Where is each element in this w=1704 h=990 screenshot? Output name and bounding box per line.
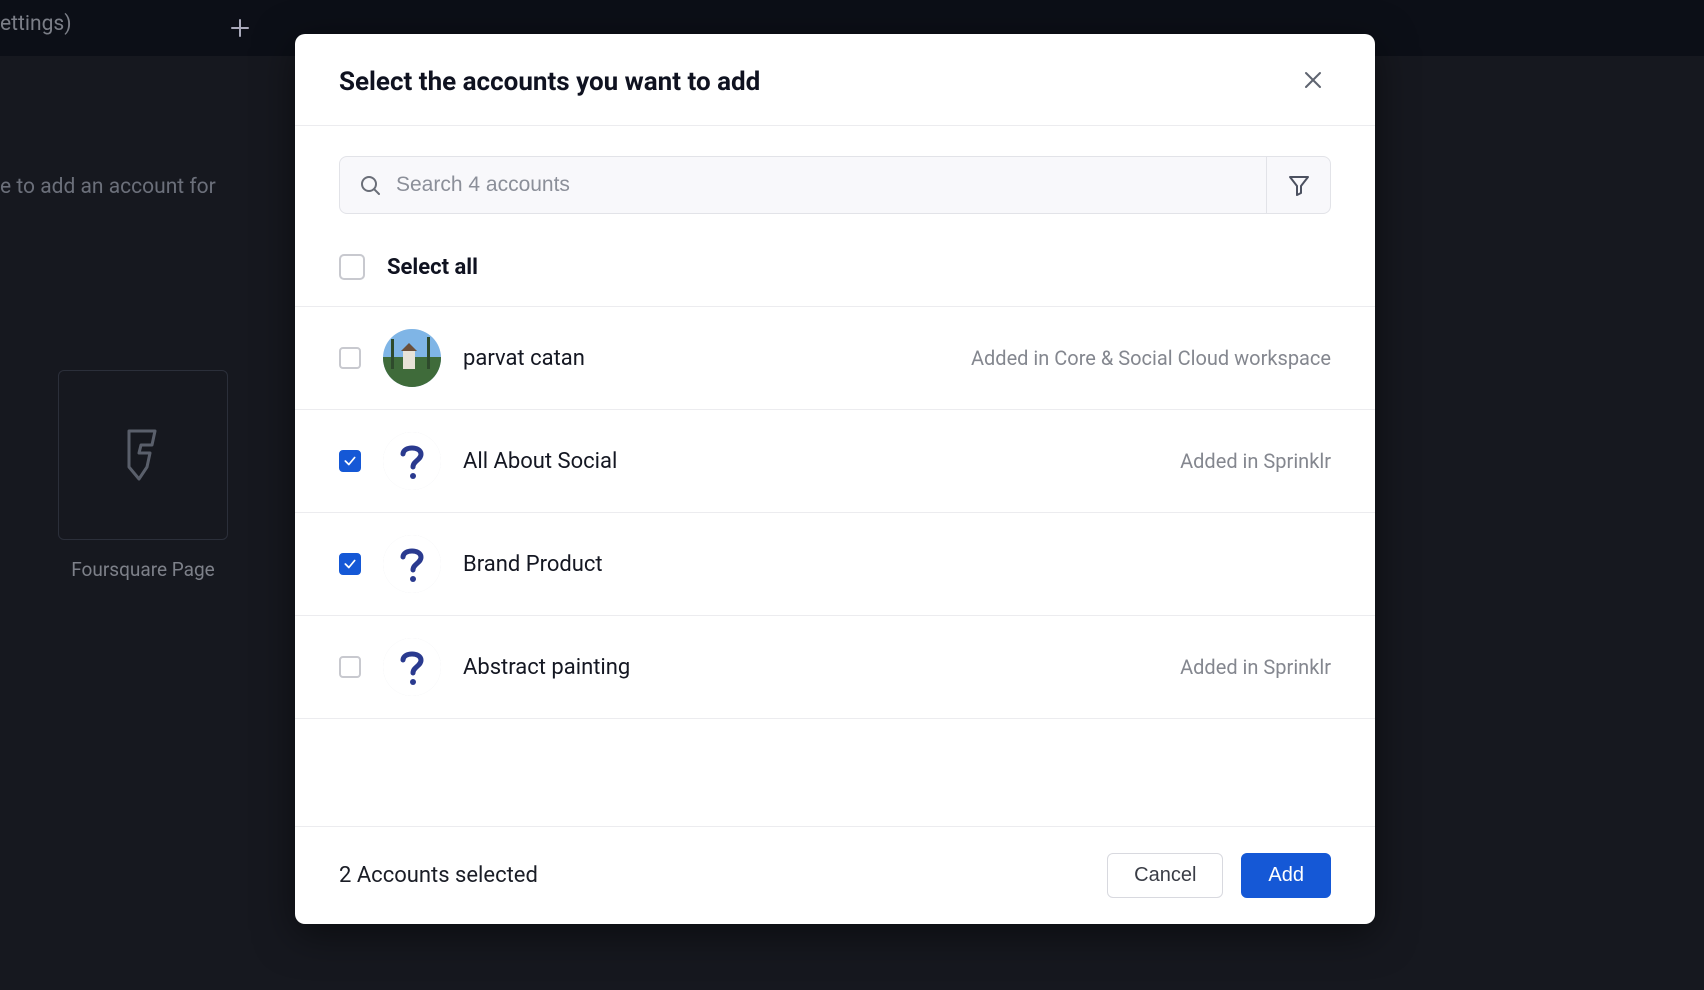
foursquare-card-label: Foursquare Page xyxy=(58,558,228,581)
search-container xyxy=(339,156,1331,214)
search-row xyxy=(295,126,1375,214)
search-input[interactable] xyxy=(382,157,1266,213)
select-all-label: Select all xyxy=(387,255,478,280)
modal-title: Select the accounts you want to add xyxy=(339,67,760,97)
account-row[interactable]: Abstract painting Added in Sprinklr xyxy=(295,616,1375,719)
filter-icon xyxy=(1287,173,1311,197)
add-button[interactable]: Add xyxy=(1241,853,1331,898)
account-checkbox[interactable] xyxy=(339,553,361,575)
question-avatar-icon xyxy=(383,432,441,490)
modal-wrap: Select the accounts you want to add Sele xyxy=(295,34,1375,924)
close-button[interactable] xyxy=(1295,62,1331,101)
account-avatar xyxy=(383,329,441,387)
account-row[interactable]: All About Social Added in Sprinklr xyxy=(295,410,1375,513)
select-accounts-modal: Select the accounts you want to add Sele xyxy=(295,34,1375,924)
question-avatar-icon xyxy=(383,638,441,696)
modal-footer: 2 Accounts selected Cancel Add xyxy=(295,826,1375,924)
account-checkbox[interactable] xyxy=(339,656,361,678)
close-icon xyxy=(1301,68,1325,92)
channel-card-foursquare[interactable]: Foursquare Page xyxy=(58,370,228,580)
account-status: Added in Sprinklr xyxy=(1180,449,1331,473)
new-tab-button[interactable] xyxy=(212,0,268,56)
page-subtitle-fragment: e to add an account for xyxy=(0,175,216,199)
account-name: Abstract painting xyxy=(463,655,630,680)
filter-button[interactable] xyxy=(1266,157,1330,213)
account-avatar xyxy=(383,432,441,490)
account-name: Brand Product xyxy=(463,552,603,577)
account-list: parvat catan Added in Core & Social Cloud… xyxy=(295,306,1375,719)
account-status: Added in Core & Social Cloud workspace xyxy=(971,346,1331,370)
select-all-checkbox[interactable] xyxy=(339,254,365,280)
account-row[interactable]: Brand Product xyxy=(295,513,1375,616)
account-name: parvat catan xyxy=(463,346,585,371)
cancel-button[interactable]: Cancel xyxy=(1107,853,1223,898)
account-checkbox[interactable] xyxy=(339,450,361,472)
plus-icon xyxy=(228,16,252,40)
account-checkbox[interactable] xyxy=(339,347,361,369)
account-row[interactable]: parvat catan Added in Core & Social Cloud… xyxy=(295,307,1375,410)
top-tab-area xyxy=(212,0,268,56)
foursquare-card-box xyxy=(58,370,228,540)
account-avatar xyxy=(383,638,441,696)
account-name: All About Social xyxy=(463,449,617,474)
selected-count-text: 2 Accounts selected xyxy=(339,863,538,888)
foursquare-icon xyxy=(121,427,165,483)
question-avatar-icon xyxy=(383,535,441,593)
account-avatar xyxy=(383,535,441,593)
modal-header: Select the accounts you want to add xyxy=(295,34,1375,125)
avatar-photo xyxy=(383,329,441,387)
account-status: Added in Sprinklr xyxy=(1180,655,1331,679)
search-icon xyxy=(340,157,382,213)
settings-fragment: ettings) xyxy=(0,12,72,36)
select-all-row: Select all xyxy=(295,214,1375,306)
